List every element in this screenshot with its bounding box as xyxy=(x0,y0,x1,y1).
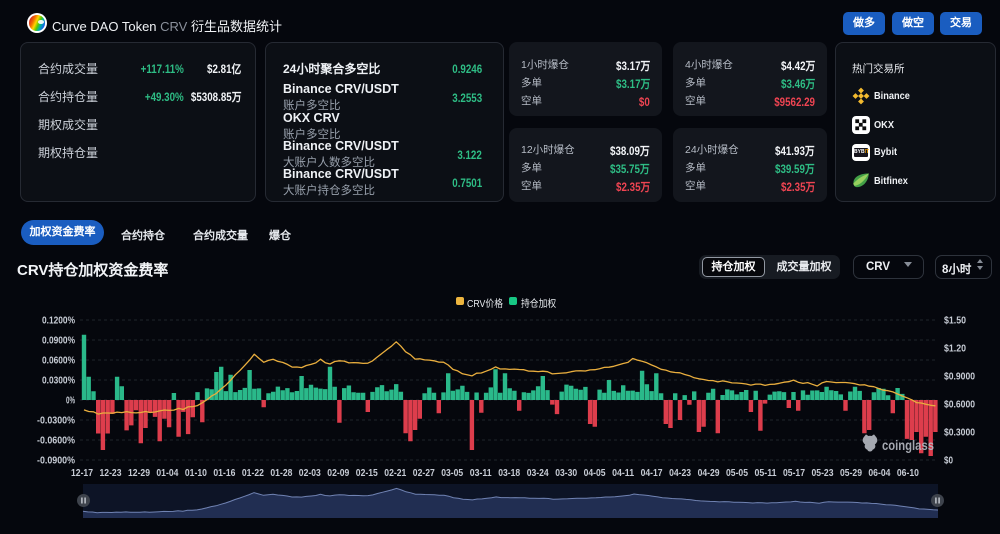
svg-text:-0.0600%: -0.0600% xyxy=(37,435,76,447)
svg-text:0.0600%: 0.0600% xyxy=(42,355,76,367)
svg-text:01-10: 01-10 xyxy=(185,467,207,479)
svg-text:03-18: 03-18 xyxy=(498,467,520,479)
svg-text:12-29: 12-29 xyxy=(128,467,150,479)
svg-text:$0.9000: $0.9000 xyxy=(944,371,975,383)
svg-text:04-17: 04-17 xyxy=(641,467,663,479)
svg-text:04-23: 04-23 xyxy=(669,467,691,479)
svg-text:06-10: 06-10 xyxy=(897,467,919,479)
svg-text:01-04: 01-04 xyxy=(156,467,178,479)
svg-text:04-11: 04-11 xyxy=(612,467,634,479)
svg-text:0.0300%: 0.0300% xyxy=(42,375,76,387)
svg-text:05-17: 05-17 xyxy=(783,467,805,479)
svg-text:coinglass: coinglass xyxy=(882,437,934,453)
svg-text:0.1200%: 0.1200% xyxy=(42,315,76,327)
svg-text:04-29: 04-29 xyxy=(698,467,720,479)
svg-text:$1.20: $1.20 xyxy=(944,343,966,355)
svg-text:05-23: 05-23 xyxy=(812,467,834,479)
svg-text:$0.3000: $0.3000 xyxy=(944,427,975,439)
svg-text:01-22: 01-22 xyxy=(242,467,264,479)
svg-text:03-05: 03-05 xyxy=(441,467,463,479)
svg-text:01-16: 01-16 xyxy=(213,467,235,479)
svg-text:05-29: 05-29 xyxy=(840,467,862,479)
svg-text:02-15: 02-15 xyxy=(356,467,378,479)
svg-text:02-09: 02-09 xyxy=(327,467,349,479)
svg-text:0.0900%: 0.0900% xyxy=(42,335,76,347)
svg-text:06-04: 06-04 xyxy=(868,467,890,479)
svg-text:0%: 0% xyxy=(66,395,75,407)
svg-text:03-11: 03-11 xyxy=(470,467,492,479)
svg-text:$0.6000: $0.6000 xyxy=(944,399,975,411)
svg-text:04-05: 04-05 xyxy=(584,467,606,479)
svg-text:12-17: 12-17 xyxy=(71,467,93,479)
svg-text:05-11: 05-11 xyxy=(755,467,777,479)
svg-text:$1.50: $1.50 xyxy=(944,315,966,327)
svg-text:01-28: 01-28 xyxy=(270,467,292,479)
svg-text:02-21: 02-21 xyxy=(384,467,406,479)
svg-text:02-27: 02-27 xyxy=(413,467,435,479)
svg-text:12-23: 12-23 xyxy=(100,467,122,479)
svg-text:02-03: 02-03 xyxy=(299,467,321,479)
svg-text:03-30: 03-30 xyxy=(555,467,577,479)
svg-text:$0: $0 xyxy=(944,455,953,467)
svg-text:-0.0900%: -0.0900% xyxy=(37,455,76,467)
svg-text:-0.0300%: -0.0300% xyxy=(37,415,76,427)
svg-text:05-05: 05-05 xyxy=(726,467,748,479)
svg-text:03-24: 03-24 xyxy=(527,467,549,479)
